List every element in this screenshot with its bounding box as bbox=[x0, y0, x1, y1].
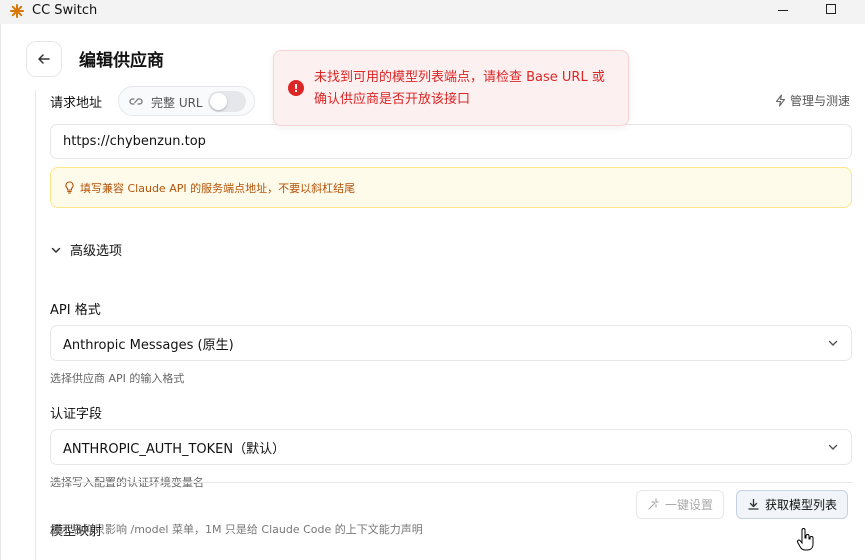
back-arrow-icon bbox=[38, 54, 50, 64]
advanced-options-label: 高级选项 bbox=[70, 244, 123, 259]
url-hint-box: 填写兼容 Claude API 的服务端点地址，不要以斜杠结尾 bbox=[50, 167, 852, 208]
api-format-label: API 格式 bbox=[50, 303, 101, 318]
app-title: CC Switch bbox=[32, 3, 98, 18]
full-url-toggle-group[interactable]: 完整 URL bbox=[118, 86, 255, 116]
lightning-icon bbox=[775, 94, 786, 107]
maximize-button[interactable] bbox=[826, 4, 836, 14]
auth-field-value: ANTHROPIC_AUTH_TOKEN（默认） bbox=[63, 441, 286, 457]
link-icon bbox=[129, 98, 143, 105]
section-divider bbox=[50, 482, 852, 483]
auth-field-select[interactable]: ANTHROPIC_AUTH_TOKEN（默认） bbox=[50, 429, 852, 465]
one-click-setup-button[interactable]: 一键设置 bbox=[636, 490, 725, 519]
chevron-down-icon bbox=[828, 340, 838, 346]
wand-icon bbox=[648, 498, 659, 510]
full-url-switch[interactable] bbox=[208, 91, 246, 112]
one-click-setup-label: 一键设置 bbox=[665, 498, 714, 512]
back-button[interactable] bbox=[26, 41, 62, 77]
chevron-down-icon bbox=[51, 247, 61, 253]
download-icon bbox=[748, 498, 759, 510]
error-toast-message: 未找到可用的模型列表端点，请检查 Base URL 或确认供应商是否开放该接口 bbox=[314, 70, 605, 107]
full-url-label: 完整 URL bbox=[151, 96, 203, 110]
error-toast: ! 未找到可用的模型列表端点，请检查 Base URL 或确认供应商是否开放该接… bbox=[273, 50, 629, 126]
model-mapping-desc: 显示名称只影响 /model 菜单，1M 只是给 Claude Code 的上下… bbox=[50, 523, 423, 536]
chevron-down-icon bbox=[828, 444, 838, 450]
fetch-models-button[interactable]: 获取模型列表 bbox=[736, 490, 849, 519]
app-logo-icon bbox=[10, 4, 24, 18]
minimize-button[interactable] bbox=[778, 10, 788, 11]
api-format-select[interactable]: Anthropic Messages (原生) bbox=[50, 325, 852, 361]
base-url-input[interactable]: https://chybenzun.top bbox=[50, 124, 852, 159]
api-format-value: Anthropic Messages (原生) bbox=[63, 337, 234, 353]
page-title: 编辑供应商 bbox=[79, 51, 164, 71]
manage-speedtest-label: 管理与测速 bbox=[790, 94, 851, 108]
hand-cursor-icon bbox=[796, 528, 814, 551]
manage-speedtest-link[interactable]: 管理与测速 bbox=[774, 92, 850, 109]
auth-field-label: 认证字段 bbox=[50, 407, 103, 422]
request-url-label: 请求地址 bbox=[50, 96, 103, 111]
error-icon: ! bbox=[288, 80, 304, 96]
switch-knob bbox=[210, 93, 227, 110]
api-format-desc: 选择供应商 API 的输入格式 bbox=[50, 372, 185, 385]
bulb-icon bbox=[65, 181, 74, 194]
url-hint-text: 填写兼容 Claude API 的服务端点地址，不要以斜杠结尾 bbox=[80, 181, 356, 195]
title-bar: CC Switch bbox=[0, 0, 865, 24]
advanced-options-toggle[interactable]: 高级选项 bbox=[50, 240, 122, 259]
fetch-models-label: 获取模型列表 bbox=[765, 498, 838, 512]
